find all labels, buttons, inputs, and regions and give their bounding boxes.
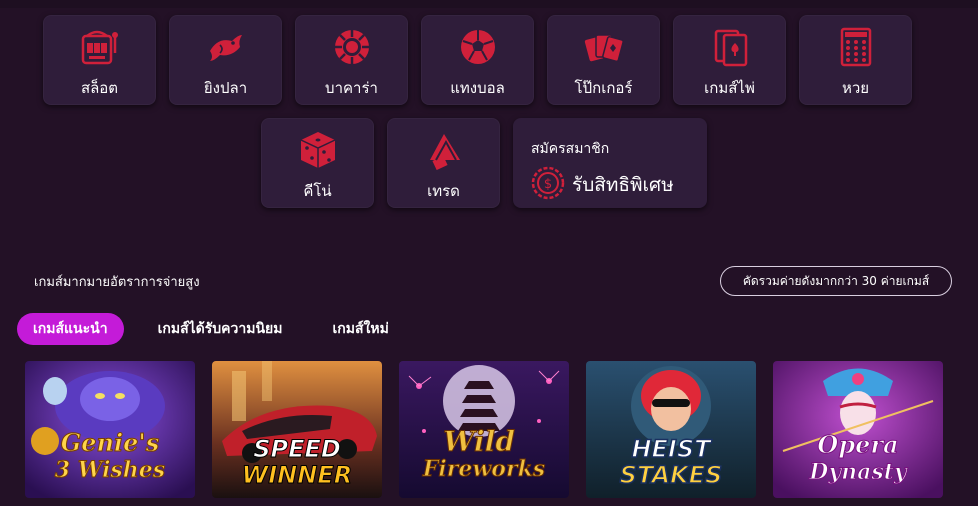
game-card-genies-3-wishes[interactable]: Genie's 3 Wishes [25,361,195,498]
game-title-line-1: HEIST [631,435,712,463]
top-strip [0,0,978,8]
category-trade[interactable]: เทรด [387,118,500,208]
game-title-line-1: SPEED [253,435,341,463]
game-card-wild-fireworks[interactable]: Wild Fireworks [399,361,569,498]
tab-popular[interactable]: เกมส์ได้รับความนิยม [142,313,299,345]
category-fishing[interactable]: ยิงปลา [169,15,282,105]
game-title-line-2: Dynasty [808,459,909,485]
tab-recommended[interactable]: เกมส์แนะนำ [17,313,124,345]
category-baccarat[interactable]: บาคาร่า [295,15,408,105]
category-label: บาคาร่า [325,79,378,97]
category-label: เทรด [427,182,460,200]
category-football[interactable]: แทงบอล [421,15,534,105]
category-label: เกมส์ไพ่ [704,79,755,97]
coin-icon: $ [531,166,565,204]
slot-machine-icon [80,27,120,67]
game-thumbnails: Genie's 3 Wishes SPEED WINNER Wild Firew… [25,361,943,498]
signup-small-text: สมัครสมาชิก [531,141,610,157]
game-title-line-1: Wild [443,425,515,458]
providers-link-button[interactable]: คัดรวมค่ายดังมากกว่า 30 ค่ายเกมส์ [720,266,952,296]
game-title-line-2: WINNER [242,461,352,489]
category-label: สล็อต [80,79,119,97]
playing-cards-icon [584,27,624,67]
category-card-games[interactable]: เกมส์ไพ่ [673,15,786,105]
category-label: แทงบอล [450,79,505,97]
game-title-line-1: Genie's [61,428,160,457]
game-title-line-2: Fireworks [422,456,545,482]
game-card-speed-winner[interactable]: SPEED WINNER [212,361,382,498]
section-title: เกมส์มากมายอัตราการจ่ายสูง [34,275,200,290]
category-label: คีโน่ [303,182,332,200]
tab-new[interactable]: เกมส์ใหม่ [317,313,405,345]
game-card-opera-dynasty[interactable]: Opera Dynasty [773,361,943,498]
category-slot[interactable]: สล็อต [43,15,156,105]
game-title-line-2: STAKES [620,461,723,489]
card-game-icon [710,27,750,67]
trade-chart-icon [424,130,464,170]
signup-promo-card[interactable]: สมัครสมาชิก $ รับสิทธิพิเศษ [513,118,707,208]
category-label: หวย [841,79,870,97]
dice-icon [298,130,338,170]
game-card-heist-stakes[interactable]: HEIST STAKES [586,361,756,498]
category-lotto[interactable]: หวย [799,15,912,105]
signup-big-text: รับสิทธิพิเศษ [572,174,674,196]
poker-chip-icon [332,27,372,67]
soccer-ball-icon [458,27,498,67]
game-tabs: เกมส์แนะนำ เกมส์ได้รับความนิยม เกมส์ใหม่ [17,313,423,345]
game-title-line-1: Opera [817,430,898,459]
svg-text:$: $ [544,177,552,192]
category-keno[interactable]: คีโน่ [261,118,374,208]
game-title-line-2: 3 Wishes [55,457,165,483]
category-row-2: คีโน่ เทรด สมัครสมาชิก $ รับสิทธิพิเศษ [261,118,707,208]
fish-icon [206,27,246,67]
category-poker[interactable]: โป๊กเกอร์ [547,15,660,105]
category-label: โป๊กเกอร์ [574,79,633,97]
category-row-1: สล็อต ยิงปลา บาคาร่า แทงบอล โป๊กเกอร์ เก… [43,15,912,105]
category-label: ยิงปลา [203,79,248,97]
lotto-ticket-icon [836,27,876,67]
